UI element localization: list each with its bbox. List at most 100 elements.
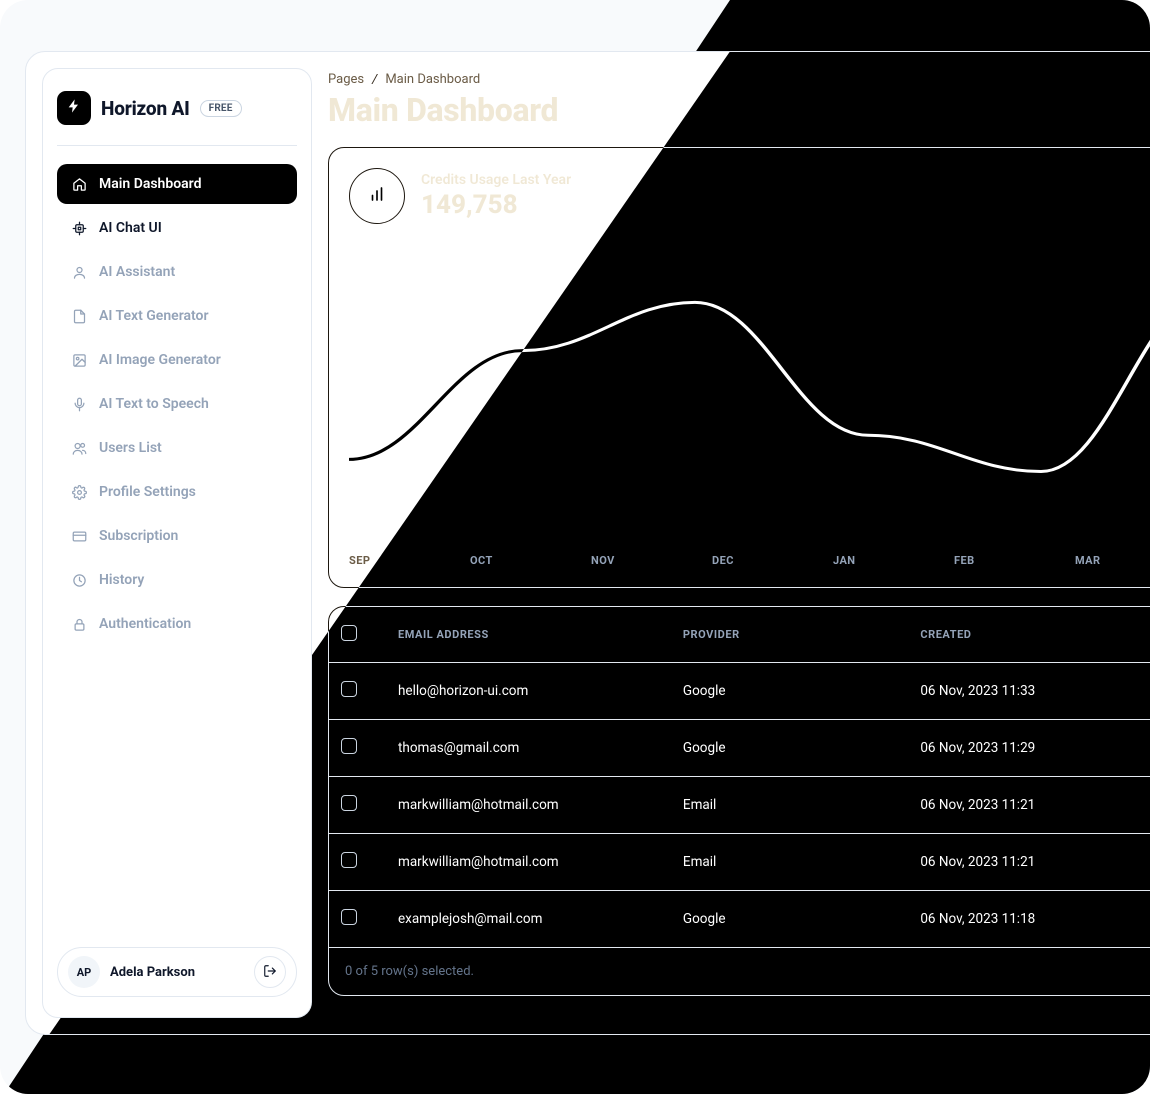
cell-email: thomas@gmail.com: [386, 720, 671, 777]
column-header[interactable]: CREATED: [908, 607, 1150, 663]
sidebar-item-label: Profile Settings: [99, 484, 196, 500]
sidebar-item-authentication[interactable]: Authentication: [57, 604, 297, 644]
cell-created: 06 Nov, 2023 11:21: [908, 777, 1150, 834]
table-footer: 0 of 5 row(s) selected.: [329, 948, 1150, 995]
lock-icon: [71, 616, 87, 632]
cell-provider: Google: [671, 891, 908, 948]
sidebar-item-label: Users List: [99, 440, 162, 456]
avatar: AP: [68, 956, 100, 988]
x-tick: DEC: [712, 554, 833, 567]
sidebar-item-main-dashboard[interactable]: Main Dashboard: [57, 164, 297, 204]
brand-name: Horizon AI: [101, 97, 190, 120]
mic-icon: [71, 396, 87, 412]
sidebar-user-footer: AP Adela Parkson: [57, 947, 297, 997]
cell-email: markwilliam@hotmail.com: [386, 834, 671, 891]
credits-chart-card: Credits Usage Last Year 149,758 SEPOCTNO…: [328, 147, 1150, 588]
users-icon: [71, 440, 87, 456]
cell-created: 06 Nov, 2023 11:18: [908, 891, 1150, 948]
sidebar-nav: Main Dashboard AI Chat UI AI Assistant AI T…: [57, 164, 297, 947]
row-checkbox[interactable]: [341, 738, 357, 754]
sidebar-item-label: History: [99, 572, 144, 588]
sidebar-item-ai-chat-ui[interactable]: AI Chat UI: [57, 208, 297, 248]
sidebar-item-label: Main Dashboard: [99, 176, 201, 192]
row-checkbox[interactable]: [341, 795, 357, 811]
sidebar: Horizon AI FREE Main Dashboard AI Chat UI…: [42, 68, 312, 1018]
chip-icon: [71, 220, 87, 236]
user-name: Adela Parkson: [110, 965, 195, 980]
cell-created: 06 Nov, 2023 11:33: [908, 663, 1150, 720]
table-row: markwilliam@hotmail.comEmail06 Nov, 2023…: [329, 777, 1150, 834]
plan-badge: FREE: [200, 100, 242, 117]
sidebar-item-label: AI Text to Speech: [99, 396, 209, 412]
metric-value: 149,758: [421, 190, 571, 220]
x-tick: OCT: [470, 554, 591, 567]
metric-label: Credits Usage Last Year: [421, 172, 571, 188]
sidebar-item-subscription[interactable]: Subscription: [57, 516, 297, 556]
cell-created: 06 Nov, 2023 11:29: [908, 720, 1150, 777]
column-header[interactable]: EMAIL ADDRESS: [386, 607, 671, 663]
users-table: EMAIL ADDRESSPROVIDERCREATEDLAST S hello…: [329, 607, 1150, 948]
sidebar-item-ai-text-to-speech[interactable]: AI Text to Speech: [57, 384, 297, 424]
breadcrumb-separator: /: [372, 72, 377, 87]
cell-provider: Email: [671, 834, 908, 891]
sidebar-item-label: AI Assistant: [99, 264, 175, 280]
cell-email: examplejosh@mail.com: [386, 891, 671, 948]
home-icon: [71, 176, 87, 192]
user-icon: [71, 264, 87, 280]
breadcrumb-root[interactable]: Pages: [328, 72, 364, 87]
cell-email: markwilliam@hotmail.com: [386, 777, 671, 834]
brand-row: Horizon AI FREE: [57, 89, 297, 146]
row-checkbox[interactable]: [341, 909, 357, 925]
x-tick: JAN: [833, 554, 954, 567]
logout-button[interactable]: [254, 956, 286, 988]
main-content: Pages / Main Dashboard Main Dashboard Cr…: [328, 68, 1150, 1018]
sidebar-item-ai-image-generator[interactable]: AI Image Generator: [57, 340, 297, 380]
chart-x-axis: SEPOCTNOVDECJANFEBMAR: [349, 544, 1150, 567]
cell-created: 06 Nov, 2023 11:21: [908, 834, 1150, 891]
cell-email: hello@horizon-ui.com: [386, 663, 671, 720]
table-row: hello@horizon-ui.comGoogle06 Nov, 2023 1…: [329, 663, 1150, 720]
breadcrumb-current: Main Dashboard: [385, 72, 480, 87]
cell-provider: Email: [671, 777, 908, 834]
card-icon: [71, 528, 87, 544]
sidebar-item-label: Subscription: [99, 528, 178, 544]
sidebar-item-users-list[interactable]: Users List: [57, 428, 297, 468]
cell-provider: Google: [671, 663, 908, 720]
table-row: thomas@gmail.comGoogle06 Nov, 2023 11:29…: [329, 720, 1150, 777]
metric-row: Credits Usage Last Year 149,758: [349, 168, 1150, 224]
sidebar-item-profile-settings[interactable]: Profile Settings: [57, 472, 297, 512]
bar-chart-icon: [368, 185, 386, 207]
table-body: hello@horizon-ui.comGoogle06 Nov, 2023 1…: [329, 663, 1150, 948]
document-icon: [71, 308, 87, 324]
metric-icon-wrap: [349, 168, 405, 224]
sidebar-item-ai-assistant[interactable]: AI Assistant: [57, 252, 297, 292]
sidebar-item-label: AI Text Generator: [99, 308, 209, 324]
chart-svg: [349, 254, 1150, 544]
x-tick: FEB: [954, 554, 1075, 567]
page-title: Main Dashboard: [328, 91, 1150, 129]
breadcrumb: Pages / Main Dashboard: [328, 68, 1150, 87]
bolt-icon: [66, 98, 82, 118]
sidebar-item-label: AI Chat UI: [99, 220, 162, 236]
row-checkbox[interactable]: [341, 681, 357, 697]
table-row: examplejosh@mail.comGoogle06 Nov, 2023 1…: [329, 891, 1150, 948]
column-header[interactable]: PROVIDER: [671, 607, 908, 663]
sidebar-item-ai-text-generator[interactable]: AI Text Generator: [57, 296, 297, 336]
users-table-card: EMAIL ADDRESSPROVIDERCREATEDLAST S hello…: [328, 606, 1150, 996]
sidebar-item-history[interactable]: History: [57, 560, 297, 600]
x-tick: SEP: [349, 554, 470, 567]
row-checkbox[interactable]: [341, 852, 357, 868]
select-all-checkbox[interactable]: [341, 625, 357, 641]
table-row: markwilliam@hotmail.comEmail06 Nov, 2023…: [329, 834, 1150, 891]
x-tick: NOV: [591, 554, 712, 567]
x-tick: MAR: [1075, 554, 1150, 567]
logout-icon: [263, 963, 277, 982]
app-window: Horizon AI FREE Main Dashboard AI Chat UI…: [25, 51, 1150, 1035]
chart-line: [349, 290, 1150, 471]
clock-icon: [71, 572, 87, 588]
brand-logo: [57, 91, 91, 125]
table-header-row: EMAIL ADDRESSPROVIDERCREATEDLAST S: [329, 607, 1150, 663]
image-icon: [71, 352, 87, 368]
sidebar-item-label: Authentication: [99, 616, 191, 632]
chart-area: [349, 254, 1150, 544]
